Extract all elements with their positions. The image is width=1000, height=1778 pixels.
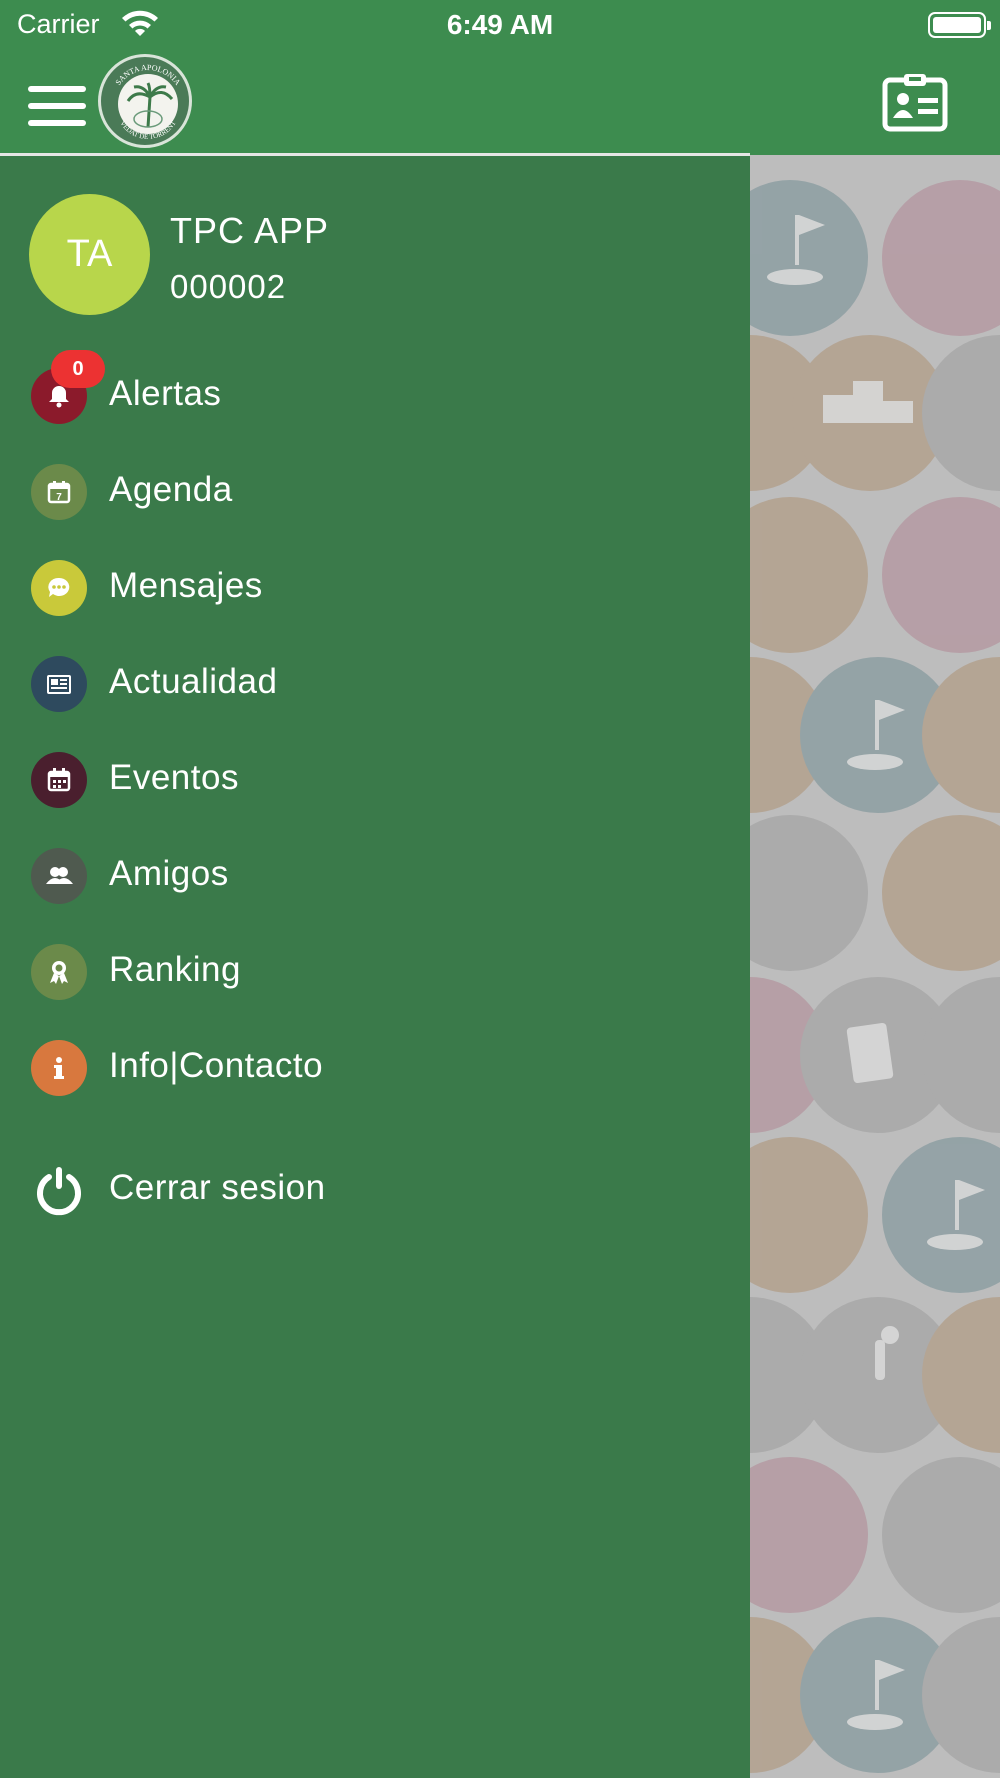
hamburger-line <box>28 120 86 126</box>
menu-item-label: Ranking <box>109 950 241 989</box>
info-icon <box>31 1040 87 1096</box>
menu-toggle-button[interactable] <box>28 86 86 128</box>
power-icon <box>31 1162 87 1218</box>
calendar-day-icon: 7 <box>31 464 87 520</box>
side-drawer: TA TPC APP 000002 0 Alertas 7 Agenda Men… <box>0 156 750 1778</box>
menu-item-eventos[interactable]: Eventos <box>0 740 750 820</box>
calendar-grid-icon <box>31 752 87 808</box>
chat-icon <box>31 560 87 616</box>
menu-item-label: Eventos <box>109 758 239 797</box>
menu-item-alertas[interactable]: 0 Alertas <box>0 350 750 436</box>
menu-item-info-contacto[interactable]: Info|Contacto <box>0 1028 750 1108</box>
palm-tree-emblem-icon: SANTA APOLONIA VEDAT DE TORRENT <box>114 63 183 141</box>
menu-item-label: Agenda <box>109 470 233 509</box>
avatar[interactable]: TA <box>29 194 150 315</box>
menu-item-agenda[interactable]: 7 Agenda <box>0 452 750 532</box>
clock: 6:49 AM <box>446 9 554 40</box>
user-name: TPC APP <box>170 210 330 251</box>
menu-item-label: Mensajes <box>109 566 263 605</box>
background-content-overlay[interactable] <box>750 155 1000 1778</box>
menu-item-label: Amigos <box>109 854 229 893</box>
menu-item-label: Cerrar sesion <box>109 1168 326 1207</box>
menu-item-label: Actualidad <box>109 662 278 701</box>
menu-item-ranking[interactable]: Ranking <box>0 932 750 1012</box>
menu-item-actualidad[interactable]: Actualidad <box>0 644 750 724</box>
top-navigation-bar: Carrier 6:49 AM SANTA APOLONIA VEDAT DE … <box>0 0 1000 156</box>
status-bar: Carrier 6:49 AM <box>0 0 1000 52</box>
award-ribbon-icon <box>31 944 87 1000</box>
sports-pattern-background <box>750 180 1000 1773</box>
alerts-count-badge: 0 <box>51 350 105 388</box>
friends-icon <box>31 848 87 904</box>
menu-item-label: Info|Contacto <box>109 1046 324 1085</box>
svg-text:7: 7 <box>56 492 62 503</box>
club-logo[interactable]: SANTA APOLONIA VEDAT DE TORRENT <box>98 54 192 148</box>
menu-item-mensajes[interactable]: Mensajes <box>0 548 750 628</box>
battery-icon <box>928 12 991 38</box>
user-id: 000002 <box>170 268 287 305</box>
hamburger-line <box>28 86 86 92</box>
menu-item-amigos[interactable]: Amigos <box>0 836 750 916</box>
menu-item-logout[interactable]: Cerrar sesion <box>0 1150 750 1230</box>
newspaper-icon <box>31 656 87 712</box>
id-card-icon[interactable] <box>882 72 948 132</box>
hamburger-line <box>28 103 86 109</box>
menu-item-label: Alertas <box>109 374 222 413</box>
